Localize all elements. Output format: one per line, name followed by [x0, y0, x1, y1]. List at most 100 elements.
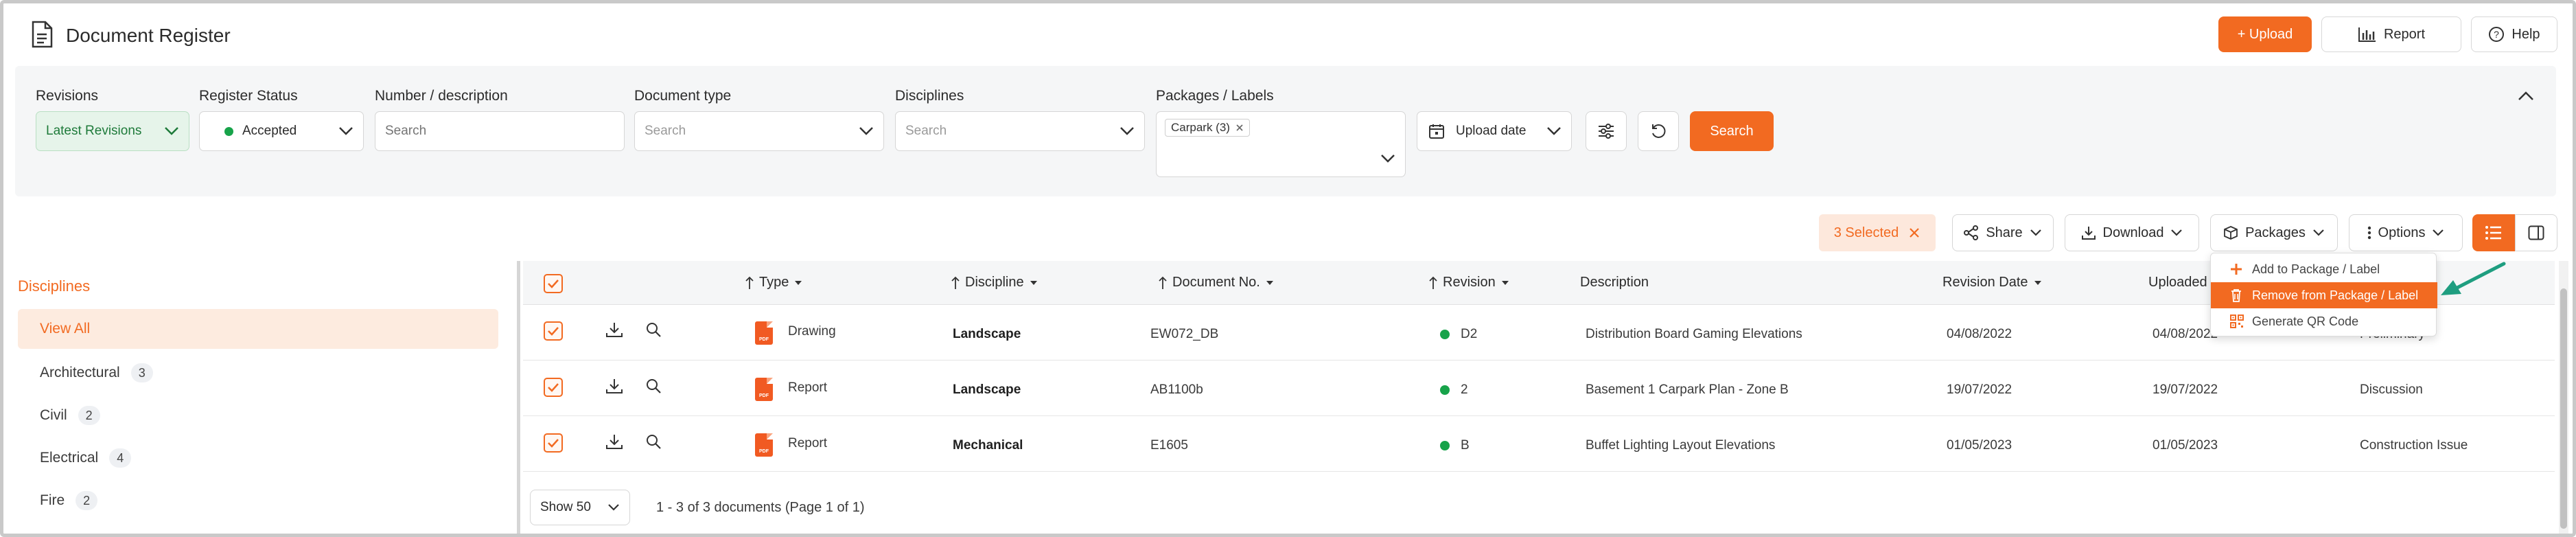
upload-date-label: Upload date: [1456, 124, 1527, 138]
options-label: Options: [2378, 225, 2426, 240]
revisions-label: Revisions: [36, 88, 99, 104]
pdf-label: PDF: [759, 337, 769, 342]
column-document-no[interactable]: Document No.: [1159, 275, 1274, 290]
number-description-label: Number / description: [375, 88, 508, 104]
pdf-label: PDF: [759, 393, 769, 398]
description-cell: Basement 1 Carpark Plan - Zone B: [1586, 382, 1789, 397]
caret-down-icon: [794, 280, 802, 286]
refresh-icon: [1650, 123, 1667, 139]
packages-button[interactable]: Packages: [2210, 214, 2338, 251]
reset-button[interactable]: [1638, 111, 1679, 151]
status-dot: [224, 127, 233, 136]
column-revision[interactable]: Revision: [1429, 275, 1509, 290]
search-button[interactable]: Search: [1690, 111, 1774, 151]
column-label: Discipline: [965, 275, 1024, 290]
menu-item-generate-qr-code[interactable]: Generate QR Code: [2211, 308, 2437, 334]
discipline-cell: Landscape: [953, 382, 1021, 397]
packages-label: Packages: [2245, 225, 2306, 240]
download-icon[interactable]: [605, 378, 623, 394]
count-badge: 2: [78, 406, 100, 425]
sidebar-item-electrical[interactable]: Electrical 4: [18, 438, 498, 478]
column-label: Type: [759, 275, 789, 290]
scrollbar-thumb[interactable]: [2560, 288, 2567, 529]
row-checkbox[interactable]: [544, 433, 563, 453]
close-icon[interactable]: [1235, 124, 1244, 132]
collapse-chevron-up-icon[interactable]: [2518, 91, 2534, 102]
table-row[interactable]: [523, 361, 2555, 416]
discipline-cell: Landscape: [953, 327, 1021, 341]
column-revision-date[interactable]: Revision Date: [1942, 275, 2042, 290]
download-icon[interactable]: [605, 321, 623, 338]
report-button[interactable]: Report: [2321, 16, 2461, 52]
chevron-down-icon: [859, 126, 874, 136]
count-badge: 4: [109, 448, 132, 468]
preview-search-icon[interactable]: [645, 433, 662, 450]
sort-arrow-icon: [1159, 275, 1167, 290]
row-checkbox[interactable]: [544, 321, 563, 341]
menu-item-add-to-package[interactable]: Add to Package / Label: [2211, 256, 2437, 282]
upload-date-select[interactable]: Upload date: [1417, 111, 1572, 151]
chevron-down-icon: [1380, 154, 1395, 163]
sidebar-item-view-all[interactable]: View All: [18, 309, 498, 349]
column-description[interactable]: Description: [1580, 275, 1649, 290]
column-uploaded[interactable]: Uploaded: [2148, 275, 2207, 290]
select-all-checkbox[interactable]: [544, 274, 563, 293]
chevron-down-icon: [2432, 229, 2444, 237]
register-status-select[interactable]: Accepted: [199, 111, 364, 151]
chevron-down-icon: [1119, 126, 1135, 136]
sidebar-item-civil[interactable]: Civil 2: [18, 396, 498, 435]
type-cell: Report: [788, 380, 828, 395]
options-button[interactable]: Options: [2349, 214, 2463, 251]
uploaded-cell: 19/07/2022: [2153, 382, 2218, 397]
column-label: Revision Date: [1942, 275, 2028, 290]
split-view-button[interactable]: [2515, 214, 2557, 251]
revision-date-cell: 19/07/2022: [1947, 382, 2012, 397]
number-description-input[interactable]: [375, 112, 624, 150]
document-type-placeholder: Search: [645, 124, 686, 138]
revision-date-cell: 04/08/2022: [1947, 327, 2012, 341]
sidebar-item-label: Electrical: [40, 450, 99, 466]
column-type[interactable]: Type: [745, 275, 802, 290]
table-row[interactable]: [523, 416, 2555, 472]
disciplines-select[interactable]: Search: [895, 111, 1145, 151]
list-view-button[interactable]: [2472, 214, 2515, 251]
share-button[interactable]: Share: [1952, 214, 2054, 251]
revisions-select[interactable]: Latest Revisions: [36, 111, 189, 151]
share-label: Share: [1986, 225, 2023, 240]
upload-button[interactable]: + Upload: [2218, 16, 2312, 52]
number-description-field[interactable]: [375, 111, 625, 151]
packages-dropdown-menu: Add to Package / Label Remove from Packa…: [2210, 253, 2437, 336]
packages-labels-select[interactable]: Carpark (3): [1156, 111, 1406, 177]
download-button[interactable]: Download: [2065, 214, 2199, 251]
column-label: Document No.: [1172, 275, 1260, 290]
revision-value: 2: [1461, 382, 1468, 397]
clear-selection-close-icon[interactable]: [1908, 227, 1921, 239]
sliders-icon: [1597, 123, 1615, 139]
preview-search-icon[interactable]: [645, 378, 662, 394]
page-size-select[interactable]: Show 50: [530, 490, 630, 525]
document-type-label: Document type: [634, 88, 732, 104]
pdf-file-icon: PDF: [755, 321, 773, 345]
status-dot: [1440, 385, 1450, 395]
svg-text:?: ?: [2494, 29, 2500, 40]
sidebar-item-fire[interactable]: Fire 2: [18, 481, 498, 521]
caret-down-icon: [2034, 280, 2042, 286]
preview-search-icon[interactable]: [645, 321, 662, 338]
packages-labels-label: Packages / Labels: [1156, 88, 1274, 104]
plus-icon: [2230, 263, 2242, 275]
column-discipline[interactable]: Discipline: [951, 275, 1038, 290]
uploaded-cell: 01/05/2023: [2153, 438, 2218, 453]
sidebar-item-architectural[interactable]: Architectural 3: [18, 353, 498, 393]
row-checkbox[interactable]: [544, 378, 563, 397]
sidebar-title: Disciplines: [18, 277, 91, 295]
menu-item-remove-from-package[interactable]: Remove from Package / Label: [2211, 282, 2437, 308]
pdf-file-icon: PDF: [755, 433, 773, 457]
filter-settings-button[interactable]: [1586, 111, 1627, 151]
help-button[interactable]: ? Help: [2471, 16, 2557, 52]
revision-value: D2: [1461, 327, 1478, 341]
document-no-cell: AB1100b: [1150, 382, 1203, 397]
menu-item-label: Add to Package / Label: [2252, 262, 2380, 276]
download-icon[interactable]: [605, 433, 623, 450]
annotation-arrow-icon: [2435, 260, 2511, 301]
document-type-select[interactable]: Search: [634, 111, 884, 151]
